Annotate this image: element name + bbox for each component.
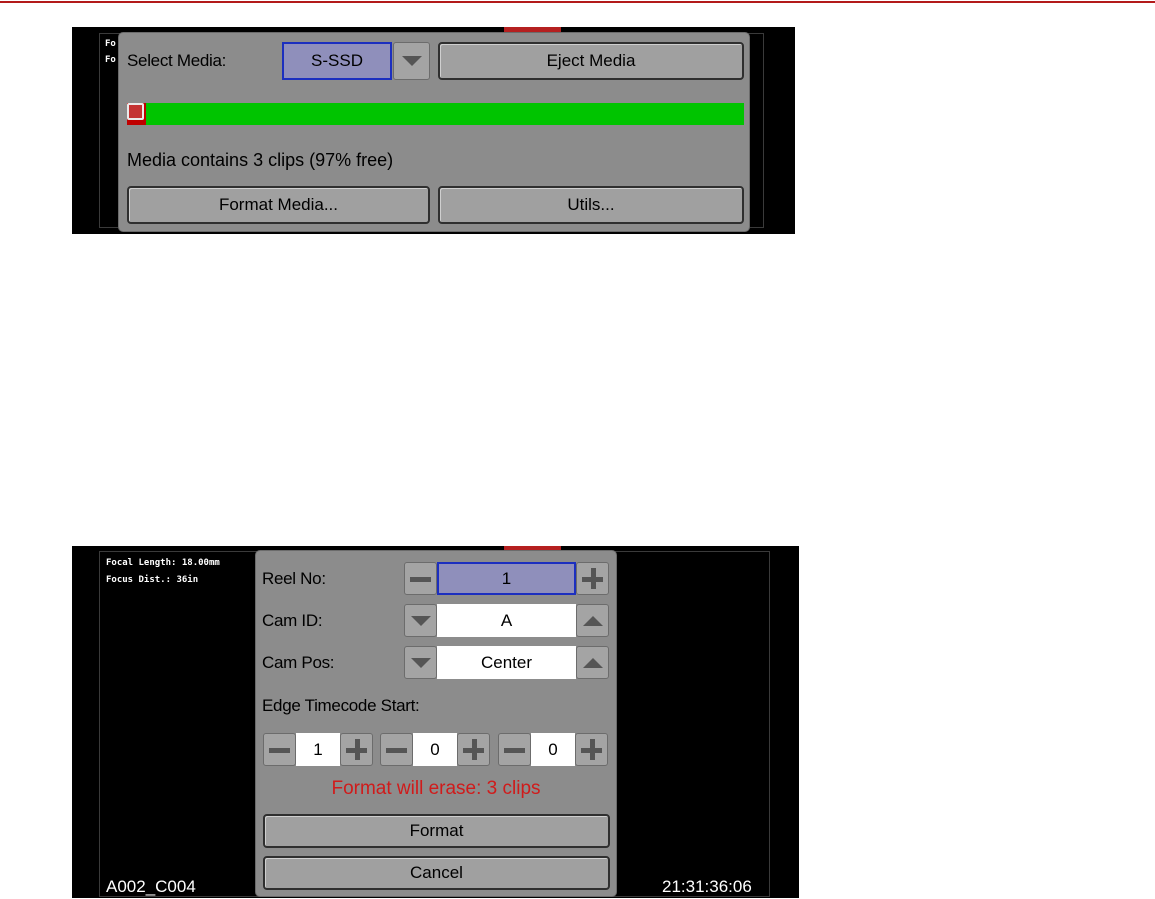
select-media-label: Select Media:	[127, 51, 227, 70]
reel-increment-button[interactable]	[576, 562, 609, 595]
format-media-button[interactable]: Format Media...	[127, 186, 430, 224]
plus-icon-stem	[591, 568, 596, 589]
plus-icon-stem	[355, 739, 360, 760]
edge-tc-minutes-increment-button[interactable]	[457, 733, 490, 766]
format-screen: Focal Length: 18.00mm Focus Dist.: 36in …	[72, 546, 799, 898]
recording-tab	[504, 27, 561, 32]
overlay-text: Fo	[105, 39, 116, 49]
edge-tc-hours-value[interactable]: 1	[296, 733, 340, 766]
cancel-button[interactable]: Cancel	[263, 856, 610, 890]
focal-length-readout: Focal Length: 18.00mm	[106, 558, 220, 568]
format-button[interactable]: Format	[263, 814, 610, 848]
plus-icon-stem	[590, 739, 595, 760]
chevron-up-icon	[582, 657, 603, 668]
media-panel: Select Media: S-SSD Eject Media Media co…	[119, 33, 749, 231]
edge-tc-seconds-increment-button[interactable]	[575, 733, 608, 766]
edge-tc-seconds-decrement-button[interactable]	[498, 733, 531, 766]
media-select-value[interactable]: S-SSD	[282, 42, 392, 80]
cam-id-value[interactable]: A	[437, 604, 576, 637]
reel-decrement-button[interactable]	[404, 562, 437, 595]
reel-no-label: Reel No:	[262, 569, 326, 588]
format-dialog: Reel No: 1 Cam ID: A Cam Pos: Center Edg…	[256, 551, 616, 896]
cam-id-down-button[interactable]	[404, 604, 437, 637]
chevron-down-icon	[410, 615, 431, 626]
edge-tc-hours-decrement-button[interactable]	[263, 733, 296, 766]
timecode-readout: 21:31:36:06	[662, 877, 752, 896]
edge-tc-minutes-value[interactable]: 0	[413, 733, 457, 766]
chevron-down-icon	[410, 657, 431, 668]
utils-button[interactable]: Utils...	[438, 186, 744, 224]
cam-id-up-button[interactable]	[576, 604, 609, 637]
minus-icon	[269, 748, 290, 753]
chevron-down-icon	[401, 56, 422, 66]
media-dropdown-button[interactable]	[393, 42, 430, 80]
minus-icon	[386, 748, 407, 753]
page-header-rule	[0, 1, 1155, 3]
cam-id-label: Cam ID:	[262, 611, 323, 630]
edge-timecode-label: Edge Timecode Start:	[262, 696, 420, 715]
edge-tc-seconds-value[interactable]: 0	[531, 733, 575, 766]
stop-icon	[127, 103, 144, 120]
overlay-text: Fo	[105, 55, 116, 65]
minus-icon	[410, 577, 431, 582]
edge-tc-minutes-decrement-button[interactable]	[380, 733, 413, 766]
cam-pos-value[interactable]: Center	[437, 646, 576, 679]
cam-pos-down-button[interactable]	[404, 646, 437, 679]
chevron-up-icon	[582, 615, 603, 626]
format-warning-text: Format will erase: 3 clips	[331, 778, 541, 799]
media-status-text: Media contains 3 clips (97% free)	[127, 150, 394, 170]
reel-no-value[interactable]: 1	[437, 562, 576, 595]
media-screen: Fo Fo Select Media: S-SSD Eject Media Me…	[72, 27, 795, 234]
focus-distance-readout: Focus Dist.: 36in	[106, 575, 199, 585]
plus-icon-stem	[472, 739, 477, 760]
clip-name: A002_C004	[106, 877, 196, 896]
cam-pos-label: Cam Pos:	[262, 653, 335, 672]
eject-media-button[interactable]: Eject Media	[438, 42, 744, 80]
edge-tc-hours-increment-button[interactable]	[340, 733, 373, 766]
media-usage-bar	[127, 103, 744, 125]
minus-icon	[504, 748, 525, 753]
cam-pos-up-button[interactable]	[576, 646, 609, 679]
